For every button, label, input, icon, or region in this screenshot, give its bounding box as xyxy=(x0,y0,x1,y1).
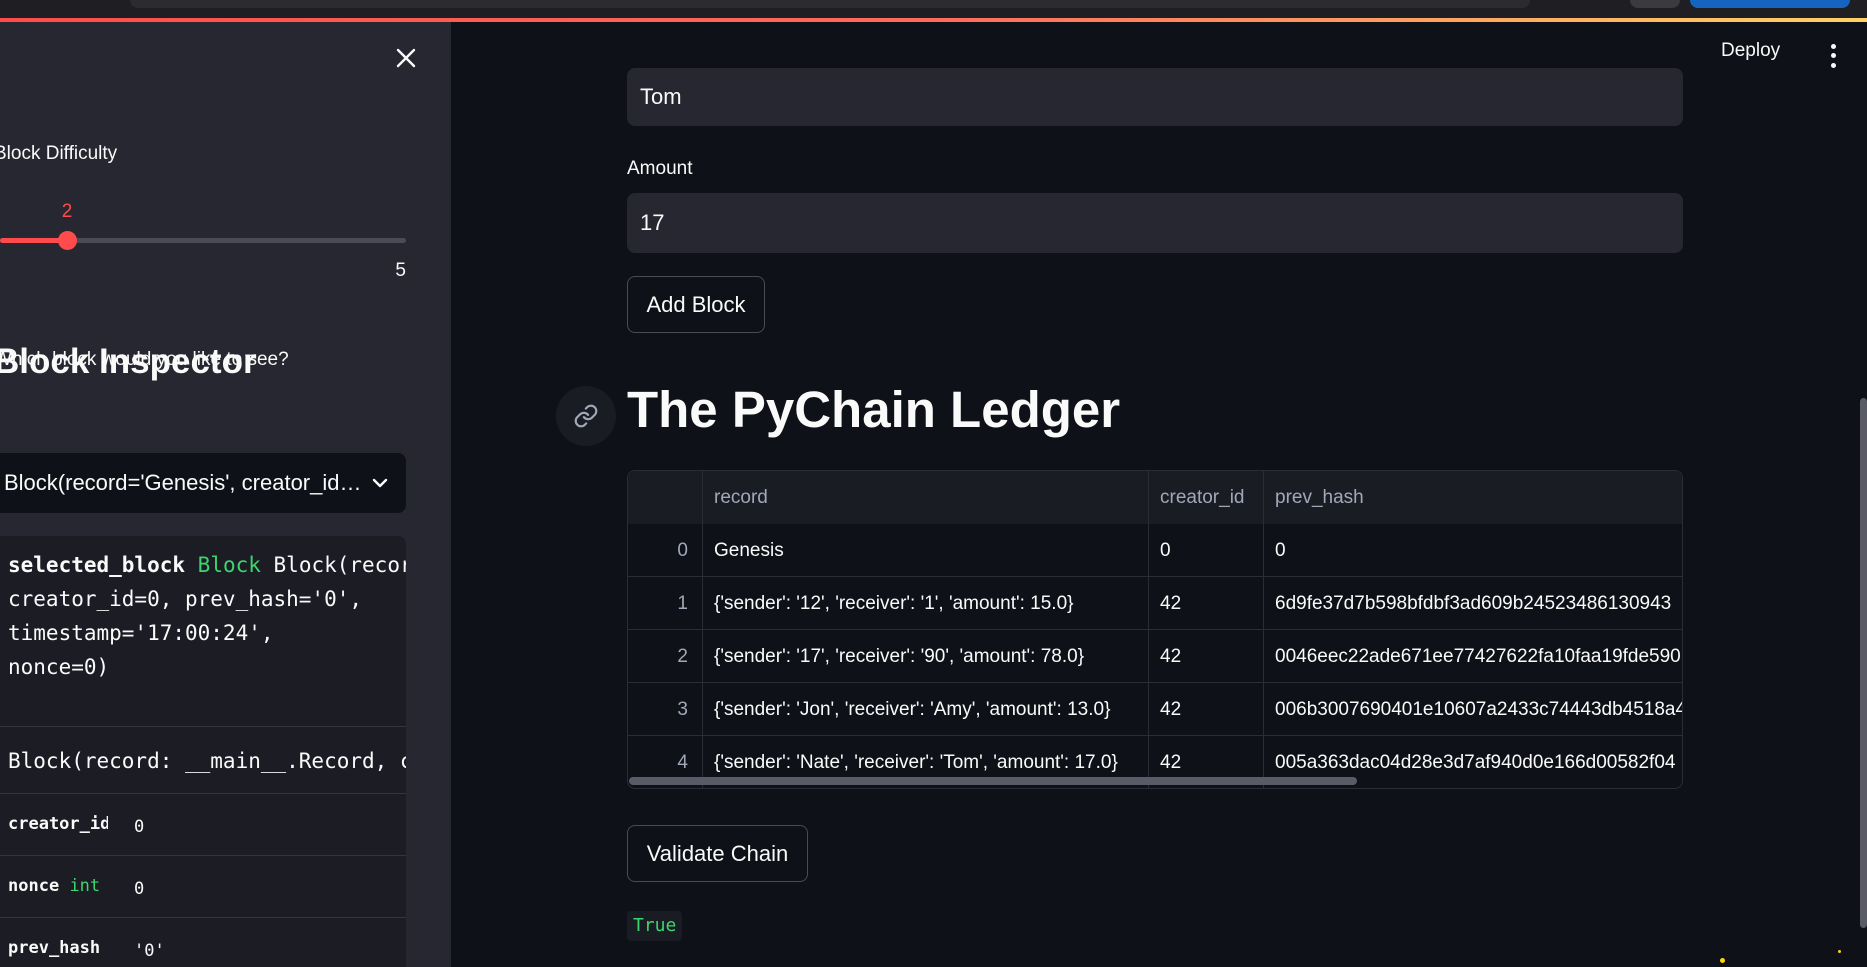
address-bar[interactable] xyxy=(130,0,1530,8)
column-header-prev-hash[interactable]: prev_hash xyxy=(1264,471,1682,524)
table-row: 0 Genesis 0 0 xyxy=(628,524,1682,577)
difficulty-label: Block Difficulty xyxy=(0,143,118,164)
header-anchor-link[interactable] xyxy=(556,386,616,446)
add-block-button[interactable]: Add Block xyxy=(627,276,765,333)
validation-result: True xyxy=(627,911,683,941)
amount-input-value: 17 xyxy=(640,210,665,235)
table-row: 1 {'sender': '12', 'receiver': '1', 'amo… xyxy=(628,577,1682,630)
main-menu-button[interactable] xyxy=(1823,42,1843,70)
table-row: 2 {'sender': '17', 'receiver': '90', 'am… xyxy=(628,630,1682,683)
difficulty-slider-thumb[interactable] xyxy=(58,231,77,250)
ledger-title: The PyChain Ledger xyxy=(627,381,1121,438)
amount-label: Amount xyxy=(627,158,693,179)
table-header-row: record creator_id prev_hash xyxy=(628,471,1682,524)
row-index: 3 xyxy=(628,683,703,736)
cell-record[interactable]: {'sender': 'Jon', 'receiver': 'Amy', 'am… xyxy=(703,683,1149,736)
page-vertical-scrollbar[interactable] xyxy=(1860,398,1867,928)
more-vertical-icon xyxy=(1830,44,1836,50)
profile-button[interactable] xyxy=(1630,0,1680,8)
cell-record[interactable]: Genesis xyxy=(703,524,1149,577)
receiver-input[interactable]: Tom xyxy=(627,68,1683,126)
inspect-repr: selected_block Block Block(record='Genes… xyxy=(0,536,406,696)
close-sidebar-button[interactable] xyxy=(392,44,420,72)
block-select[interactable]: Block(record='Genesis', creator_id=0, pr… xyxy=(0,453,406,513)
attr-row: nonce int 0 xyxy=(0,856,406,918)
table-row: 3 {'sender': 'Jon', 'receiver': 'Amy', '… xyxy=(628,683,1682,736)
difficulty-slider-fill xyxy=(0,238,67,243)
attr-value: '0' xyxy=(134,941,165,961)
browser-toolbar xyxy=(0,0,1867,18)
inspect-line2: creator_id=0, prev_hash='0', xyxy=(8,587,363,611)
table-horizontal-scrollbar[interactable] xyxy=(629,777,1357,785)
cell-record[interactable]: {'sender': '12', 'receiver': '1', 'amoun… xyxy=(703,577,1149,630)
row-index: 1 xyxy=(628,577,703,630)
decorative-dot xyxy=(1720,958,1725,963)
deploy-button[interactable]: Deploy xyxy=(1721,40,1780,62)
row-index: 0 xyxy=(628,524,703,577)
sidebar: Block Difficulty 2 5 Block Inspector Whi… xyxy=(0,22,451,967)
block-inspect-panel: selected_block Block Block(record='Genes… xyxy=(0,536,406,967)
block-select-value: Block(record='Genesis', creator_id=0, pr… xyxy=(4,470,368,495)
cell-creator-id[interactable]: 0 xyxy=(1149,524,1264,577)
inspect-line4: nonce=0) xyxy=(8,655,110,679)
inspect-line3: timestamp='17:00:24', xyxy=(8,621,274,645)
cell-creator-id[interactable]: 42 xyxy=(1149,683,1264,736)
column-header-creator-id[interactable]: creator_id xyxy=(1149,471,1264,524)
cell-creator-id[interactable]: 42 xyxy=(1149,630,1264,683)
column-header-index[interactable] xyxy=(628,471,703,524)
attr-value: 0 xyxy=(134,817,145,837)
inspect-line1: Block(record='Genesis', xyxy=(273,553,406,577)
receiver-input-value: Tom xyxy=(640,84,682,109)
attr-name: nonce int xyxy=(8,876,101,896)
chevron-down-icon xyxy=(368,471,392,495)
select-block-label: Which block would you like to see? xyxy=(0,349,289,370)
attr-name: creator_id int xyxy=(8,814,108,834)
cell-prev-hash[interactable]: 0046eec22ade671ee77427622fa10faa19fde590 xyxy=(1264,630,1682,683)
cell-record[interactable]: {'sender': '17', 'receiver': '90', 'amou… xyxy=(703,630,1149,683)
slider-current-value: 2 xyxy=(61,201,73,222)
cell-creator-id[interactable]: 42 xyxy=(1149,577,1264,630)
row-index: 2 xyxy=(628,630,703,683)
attr-row: creator_id int 0 xyxy=(0,794,406,856)
inspect-var-name: selected_block xyxy=(8,553,186,577)
validate-chain-button[interactable]: Validate Chain xyxy=(627,825,808,882)
decorative-dot xyxy=(1838,950,1841,953)
attr-row: prev_hash str '0' xyxy=(0,918,406,967)
link-icon xyxy=(574,404,598,428)
inspect-var-type: Block xyxy=(197,553,261,577)
column-header-record[interactable]: record xyxy=(703,471,1149,524)
ledger-table[interactable]: record creator_id prev_hash 0 Genesis 0 … xyxy=(627,470,1683,789)
slider-max-value: 5 xyxy=(395,260,406,281)
cell-prev-hash[interactable]: 006b3007690401e10607a2433c74443db4518a4 xyxy=(1264,683,1682,736)
inspect-docstring: Block(record: __main__.Record, creator_i… xyxy=(0,726,406,794)
close-icon xyxy=(396,48,416,68)
cell-prev-hash[interactable]: 0 xyxy=(1264,524,1682,577)
cell-prev-hash[interactable]: 6d9fe37d7b598bfdbf3ad609b24523486130943 xyxy=(1264,577,1682,630)
attr-value: 0 xyxy=(134,879,145,899)
browser-action-button[interactable] xyxy=(1690,0,1850,8)
amount-input[interactable]: 17 xyxy=(627,193,1683,253)
attr-name: prev_hash str xyxy=(8,938,101,958)
